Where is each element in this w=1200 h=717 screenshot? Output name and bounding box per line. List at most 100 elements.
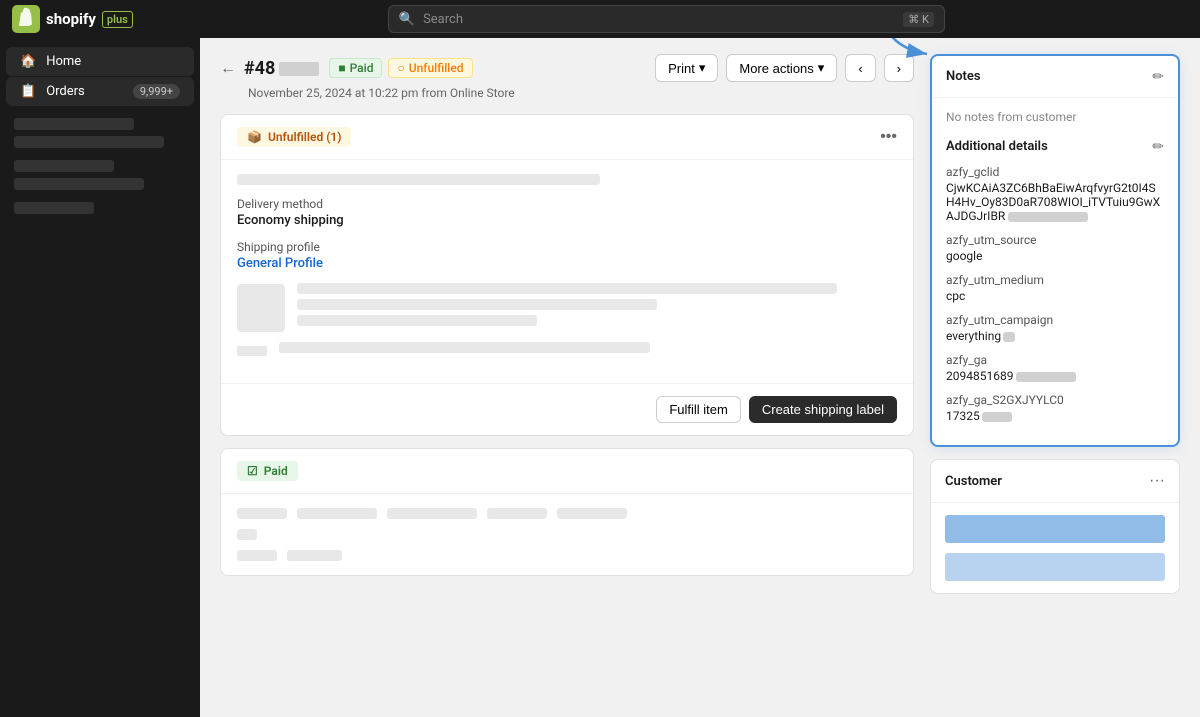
paid-row-2: [237, 529, 897, 540]
additional-details-header: Additional details ✏: [946, 138, 1164, 155]
notes-card: Notes ✏ No notes from customer Additiona…: [930, 54, 1180, 447]
order-header-row: ← #48 ■ Paid ○ Unfulfilled Print: [220, 54, 914, 82]
shipping-profile-link[interactable]: General Profile: [237, 256, 323, 271]
detail-item-gclid: azfy_gclid CjwKCAiA3ZC6BhBaEiwArqfvyrG2t…: [946, 165, 1164, 223]
print-button[interactable]: Print ▾: [655, 54, 718, 82]
paid-col-7: [237, 550, 277, 561]
topnav: shopify plus 🔍 Search ⌘ K: [0, 0, 1200, 38]
detail-value-utm-source: google: [946, 249, 1164, 263]
product-details-2: [279, 342, 897, 359]
detail-item-utm-source: azfy_utm_source google: [946, 233, 1164, 263]
detail-item-ga: azfy_ga 2094851689: [946, 353, 1164, 383]
delivery-method-label: Delivery method: [237, 197, 897, 211]
detail-item-ga-s2g: azfy_ga_S2GXJYYLC0 17325: [946, 393, 1164, 423]
sidebar-item-home[interactable]: 🏠 Home: [6, 47, 194, 76]
customer-placeholder-2: [945, 553, 1165, 581]
left-column: ← #48 ■ Paid ○ Unfulfilled Print: [220, 54, 914, 701]
product-variant-1: [297, 299, 657, 310]
main-content: ← #48 ■ Paid ○ Unfulfilled Print: [200, 38, 1200, 717]
detail-key-ga-s2g: azfy_ga_S2GXJYYLC0: [946, 393, 1164, 407]
detail-key-utm-campaign: azfy_utm_campaign: [946, 313, 1164, 327]
detail-key-gclid: azfy_gclid: [946, 165, 1164, 179]
detail-key-utm-medium: azfy_utm_medium: [946, 273, 1164, 287]
order-number: #48: [244, 58, 319, 79]
detail-key-ga: azfy_ga: [946, 353, 1164, 367]
unfulfilled-badge: ○ Unfulfilled: [388, 58, 472, 78]
paid-col-2: [297, 508, 377, 519]
logo-text: shopify: [46, 10, 96, 28]
detail-value-utm-medium: cpc: [946, 289, 1164, 303]
sidebar-placeholder-2: [14, 136, 164, 148]
unfulfilled-card-menu[interactable]: •••: [880, 128, 897, 146]
detail-item-utm-campaign: azfy_utm_campaign everything: [946, 313, 1164, 343]
detail-value-ga-s2g: 17325: [946, 409, 1164, 423]
search-icon: 🔍: [399, 12, 415, 27]
home-icon: 🏠: [20, 54, 36, 69]
create-shipping-label-button[interactable]: Create shipping label: [749, 396, 897, 423]
search-shortcut: ⌘ K: [903, 12, 934, 27]
sidebar-placeholder-4: [14, 178, 144, 190]
paid-card: ☑ Paid: [220, 448, 914, 576]
product-details-1: [297, 283, 897, 332]
checkbox-icon: ☑: [247, 464, 258, 478]
sidebar-item-home-label: Home: [46, 54, 81, 69]
detail-value-utm-campaign: everything: [946, 329, 1164, 343]
customer-header: Customer ···: [931, 460, 1179, 503]
sidebar-item-orders[interactable]: 📋 Orders 9,999+: [6, 77, 194, 106]
fulfill-item-button[interactable]: Fulfill item: [656, 396, 741, 423]
chevron-down-icon-2: ▾: [818, 60, 825, 76]
order-actions: Print ▾ More actions ▾ ‹ ›: [655, 54, 914, 82]
paid-col-8: [287, 550, 342, 561]
paid-row-3: [237, 550, 897, 561]
sidebar-placeholder-5: [14, 202, 94, 214]
search-bar[interactable]: 🔍 Search ⌘ K: [388, 5, 945, 33]
blur-ga-s2g: [982, 412, 1012, 422]
blur-campaign: [1003, 332, 1015, 342]
paid-card-header: ☑ Paid: [221, 449, 913, 494]
shipping-profile-label: Shipping profile: [237, 240, 897, 254]
unfulfilled-card: 📦 Unfulfilled (1) ••• Delivery method Ec…: [220, 114, 914, 436]
additional-details-edit-button[interactable]: ✏: [1152, 138, 1164, 155]
delivery-method-value: Economy shipping: [237, 213, 897, 228]
no-notes-text: No notes from customer: [946, 110, 1164, 124]
detail-value-ga: 2094851689: [946, 369, 1164, 383]
address-placeholder-1: [237, 174, 600, 185]
nav-next-button[interactable]: ›: [884, 54, 914, 82]
product-image-1: [237, 284, 285, 332]
paid-row-1: [237, 508, 897, 519]
orders-badge: 9,999+: [133, 84, 180, 99]
chevron-down-icon: ▾: [699, 60, 706, 76]
notes-edit-button[interactable]: ✏: [1152, 68, 1164, 85]
sidebar: 🏠 Home 📋 Orders 9,999+: [0, 38, 200, 717]
delivery-method-section: Delivery method Economy shipping: [237, 197, 897, 228]
blur-ga: [1016, 372, 1076, 382]
product-row-2: [237, 342, 897, 359]
unfulfilled-card-badge: 📦 Unfulfilled (1): [237, 127, 351, 147]
customer-placeholder-1: [945, 515, 1165, 543]
layout: 🏠 Home 📋 Orders 9,999+ ← #48: [0, 38, 1200, 717]
product-qty-1: [297, 315, 537, 326]
paid-card-badge: ☑ Paid: [237, 461, 298, 481]
sidebar-placeholder-1: [14, 118, 134, 130]
nav-prev-button[interactable]: ‹: [845, 54, 875, 82]
product-name-2: [279, 342, 650, 353]
unfulfilled-card-header: 📦 Unfulfilled (1) •••: [221, 115, 913, 160]
unfulfilled-card-footer: Fulfill item Create shipping label: [221, 383, 913, 435]
right-column: Notes ✏ No notes from customer Additiona…: [930, 54, 1180, 701]
detail-key-utm-source: azfy_utm_source: [946, 233, 1164, 247]
more-actions-button[interactable]: More actions ▾: [726, 54, 837, 82]
logo: shopify plus: [12, 5, 133, 33]
sidebar-item-orders-label: Orders: [46, 84, 85, 99]
back-button[interactable]: ←: [220, 58, 236, 78]
paid-col-6: [237, 529, 257, 540]
logo-plus: plus: [102, 11, 133, 28]
additional-details-title: Additional details: [946, 139, 1048, 154]
box-icon: 📦: [247, 130, 262, 144]
paid-badge: ■ Paid: [329, 58, 382, 78]
customer-title: Customer: [945, 474, 1002, 489]
customer-menu-button[interactable]: ···: [1149, 472, 1165, 490]
order-meta: November 25, 2024 at 10:22 pm from Onlin…: [248, 86, 914, 100]
paid-col-5: [557, 508, 627, 519]
notes-title: Notes: [946, 69, 981, 84]
blur-gclid: [1008, 212, 1088, 222]
